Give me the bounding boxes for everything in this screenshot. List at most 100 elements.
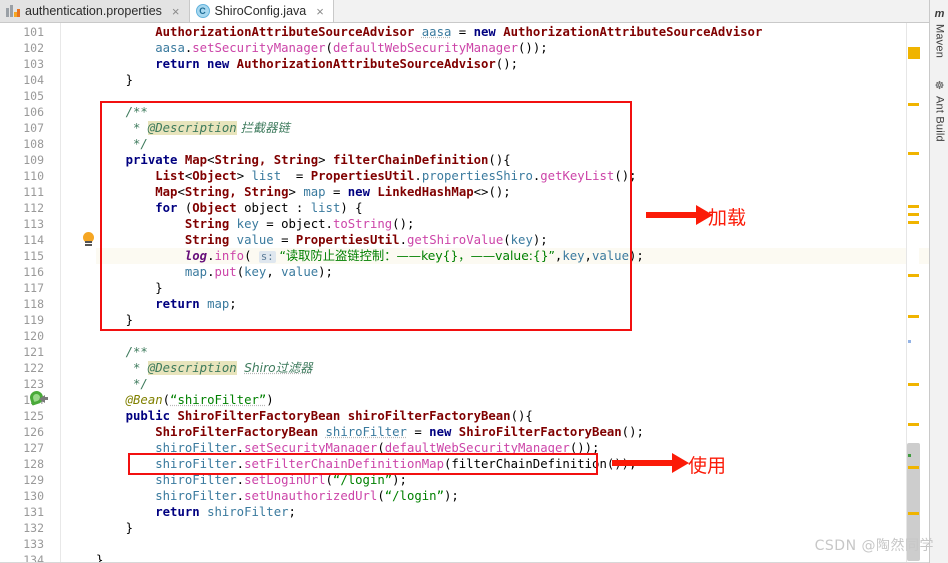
code-line[interactable]: log.info( s: “读取防止盗链控制：——key{}，——value:{…	[96, 248, 644, 264]
code-token: key	[244, 265, 267, 279]
code-token: AuthorizationAttributeSourceAdvisor	[236, 57, 496, 71]
code-token: setUnauthorizedUrl	[244, 489, 378, 503]
editor-scrollbar[interactable]	[906, 23, 920, 563]
warning-marker[interactable]	[908, 213, 919, 216]
code-line[interactable]: map.put(key, value);	[96, 264, 333, 280]
code-line[interactable]: Map<String, String> map = new LinkedHash…	[96, 184, 511, 200]
code-line[interactable]: public ShiroFilterFactoryBean shiroFilte…	[96, 408, 533, 424]
code-token: list	[310, 201, 341, 215]
maven-icon: m	[934, 8, 945, 20]
code-token: );	[392, 473, 407, 487]
code-line[interactable]: for (Object object : list) {	[96, 200, 362, 216]
code-line[interactable]: ShiroFilterFactoryBean shiroFilter = new…	[96, 424, 644, 440]
scrollbar-top-warning-marker[interactable]	[908, 47, 920, 59]
code-line[interactable]: shiroFilter.setUnauthorizedUrl(“/login”)…	[96, 488, 459, 504]
code-token: String, String	[214, 153, 319, 167]
code-token: (){	[488, 153, 511, 167]
code-line[interactable]: return new AuthorizationAttributeSourceA…	[96, 56, 518, 72]
code-line[interactable]: shiroFilter.setLoginUrl(“/login”);	[96, 472, 407, 488]
code-line[interactable]: AuthorizationAttributeSourceAdvisor aasa…	[96, 24, 762, 40]
tab-shiroconfig-java[interactable]: C ShiroConfig.java ×	[189, 0, 334, 22]
code-token: @Description	[147, 121, 237, 135]
code-token: */	[96, 377, 148, 391]
code-token: Object	[192, 201, 237, 215]
code-token: map	[184, 265, 208, 279]
use-annotation-label: 使用	[688, 455, 727, 477]
code-token: return	[155, 505, 208, 519]
code-line[interactable]: /**	[96, 344, 148, 360]
change-marker[interactable]	[908, 340, 911, 343]
warning-marker[interactable]	[908, 221, 919, 224]
code-line[interactable]: @Bean(“shiroFilter”)	[96, 392, 274, 408]
code-line[interactable]: */	[96, 376, 148, 392]
load-annotation-label: 加载	[708, 207, 747, 229]
code-token: filterChainDefinition	[451, 457, 607, 471]
code-line[interactable]: /**	[96, 104, 148, 120]
tab-label: authentication.properties	[25, 4, 162, 18]
code-token: );	[318, 265, 333, 279]
code-line[interactable]: shiroFilter.setSecurityManager(defaultWe…	[96, 440, 599, 456]
code-token: =	[406, 425, 430, 439]
close-icon[interactable]: ×	[314, 5, 326, 18]
code-line[interactable]: }	[96, 312, 133, 328]
code-line[interactable]: private Map<String, String> filterChainD…	[96, 152, 511, 168]
code-line[interactable]: }	[96, 520, 133, 536]
code-token: ();	[392, 217, 415, 231]
code-line[interactable]: shiroFilter.setFilterChainDefinitionMap(…	[96, 456, 636, 472]
code-token: Map	[155, 185, 178, 199]
code-line[interactable]: * @Description Shiro过滤器	[96, 360, 313, 376]
code-line[interactable]: return shiroFilter;	[96, 504, 296, 520]
editor-tab-bar: authentication.properties × C ShiroConfi…	[0, 0, 930, 23]
warning-marker[interactable]	[908, 423, 919, 426]
tool-window-maven[interactable]: m Maven	[930, 8, 948, 58]
code-line[interactable]: List<Object> list = PropertiesUtil.prope…	[96, 168, 636, 184]
code-token: <>();	[473, 185, 511, 199]
code-token: Map	[184, 153, 208, 167]
code-line[interactable]: String value = PropertiesUtil.getShiroVa…	[96, 232, 548, 248]
code-token: >	[236, 169, 252, 183]
close-icon[interactable]: ×	[170, 5, 182, 18]
code-token: getKeyList	[540, 169, 615, 183]
tab-authentication-properties[interactable]: authentication.properties ×	[0, 0, 190, 22]
warning-marker[interactable]	[908, 274, 919, 277]
code-line[interactable]: aasa.setSecurityManager(defaultWebSecuri…	[96, 40, 547, 56]
warning-marker[interactable]	[908, 205, 919, 208]
code-line[interactable]: String key = object.toString();	[96, 216, 415, 232]
code-token: List	[155, 169, 185, 183]
code-token: .	[236, 489, 245, 503]
code-token: map	[207, 297, 230, 311]
tool-window-label: Ant Build	[933, 96, 946, 142]
code-token: }	[96, 521, 134, 535]
code-token: info	[214, 249, 245, 263]
tool-window-ant-build[interactable]: ☸ Ant Build	[930, 80, 948, 142]
info-marker[interactable]	[908, 454, 911, 457]
code-token: key	[562, 249, 585, 263]
code-token: PropertiesUtil	[310, 169, 415, 183]
warning-marker[interactable]	[908, 103, 919, 106]
warning-marker[interactable]	[908, 383, 919, 386]
code-line[interactable]: return map;	[96, 296, 236, 312]
code-token: Object	[192, 169, 237, 183]
code-token: ());	[569, 441, 600, 455]
warning-marker[interactable]	[908, 315, 919, 318]
code-token: value	[236, 233, 274, 247]
warning-marker[interactable]	[908, 152, 919, 155]
code-token: );	[628, 249, 644, 263]
code-area[interactable]: AuthorizationAttributeSourceAdvisor aasa…	[0, 23, 930, 563]
code-line[interactable]: * @Description 拦截器链	[96, 120, 290, 136]
tab-label: ShiroConfig.java	[214, 4, 307, 18]
code-line[interactable]: }	[96, 280, 162, 296]
code-line[interactable]: }	[96, 72, 133, 88]
warning-marker[interactable]	[908, 466, 919, 469]
code-token: shiroFilter	[207, 505, 289, 519]
warning-marker[interactable]	[908, 512, 919, 515]
code-token: );	[443, 489, 459, 503]
code-line[interactable]: */	[96, 136, 148, 152]
code-token: map	[303, 185, 326, 199]
